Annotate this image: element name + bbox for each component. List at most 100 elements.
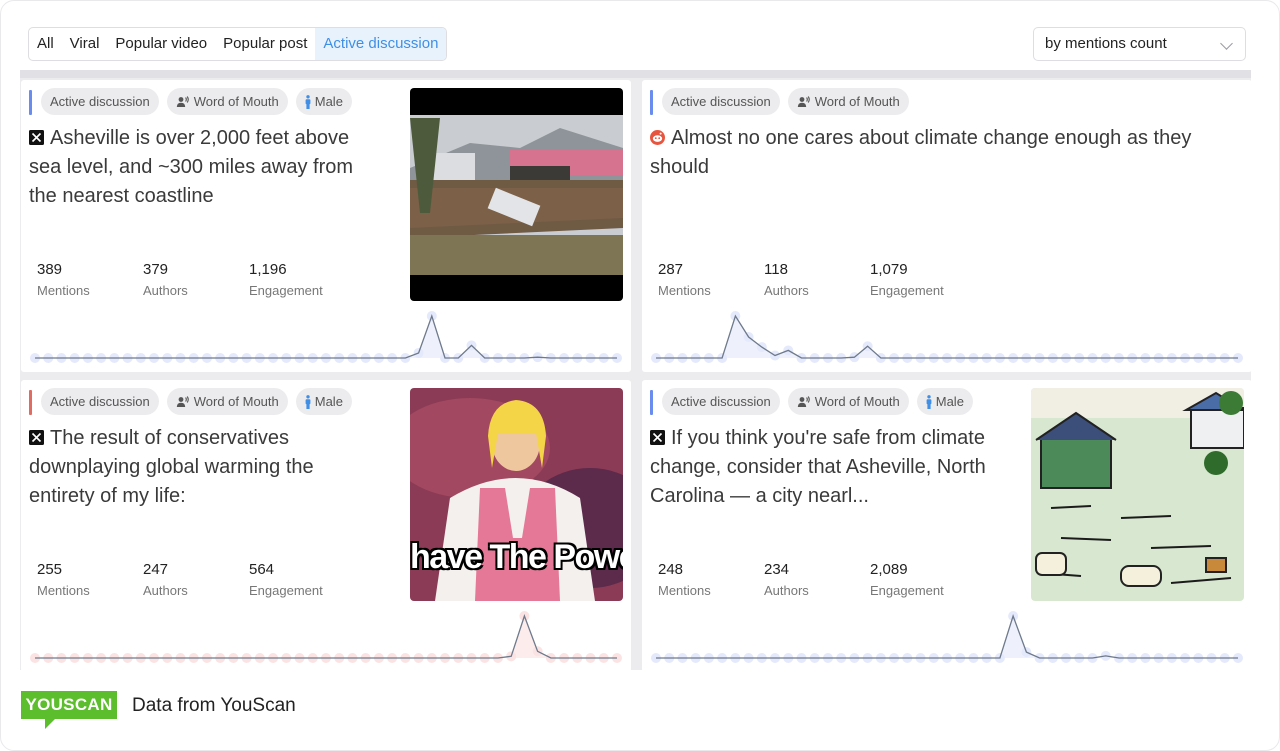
stats-row: 255 Mentions 247 Authors 564 Engagement <box>37 560 355 601</box>
engagement-stat: 1,079 Engagement <box>870 260 976 301</box>
mentions-sparkline <box>651 611 1243 663</box>
sort-dropdown[interactable]: by mentions count <box>1033 27 1246 61</box>
gender-chip-label: Male <box>935 394 964 409</box>
youscan-logo: YOUSCAN <box>21 691 117 729</box>
chevron-down-icon <box>1220 37 1233 50</box>
cards-grid: Active discussion Word of Mouth Male Ash… <box>20 70 1252 672</box>
type-chip: Word of Mouth <box>166 88 288 115</box>
accent-bar <box>650 390 653 415</box>
filter-tabs: All Viral Popular video Popular post Act… <box>28 27 448 61</box>
post-thumbnail[interactable] <box>1031 388 1244 601</box>
engagement-value: 2,089 <box>870 561 908 578</box>
post-title[interactable]: Almost no one cares about climate change… <box>650 124 1230 182</box>
post-title-text: The result of conservatives downplaying … <box>29 427 314 507</box>
mentions-sparkline <box>651 311 1243 363</box>
authors-value: 118 <box>764 261 788 278</box>
category-chip: Active discussion <box>41 88 159 115</box>
authors-label: Authors <box>764 283 809 298</box>
accent-bar <box>29 390 32 415</box>
stats-row: 287 Mentions 118 Authors 1,079 Engagement <box>658 260 976 301</box>
post-title[interactable]: Asheville is over 2,000 feet above sea l… <box>29 124 379 211</box>
male-icon <box>926 394 932 409</box>
mentions-value: 389 <box>37 261 63 278</box>
post-thumbnail[interactable]: have The Power <box>410 388 623 601</box>
tab-popular-video[interactable]: Popular video <box>107 28 215 60</box>
type-chip-label: Word of Mouth <box>193 94 279 109</box>
reddit-logo-icon <box>650 125 665 145</box>
gender-chip: Male <box>916 388 973 415</box>
tag-chips: Active discussion Word of Mouth Male <box>41 388 352 415</box>
engagement-stat: 2,089 Engagement <box>870 560 976 601</box>
sort-selected-value: by mentions count <box>1045 35 1167 52</box>
mentions-label: Mentions <box>658 283 711 298</box>
gender-chip-label: Male <box>314 394 343 409</box>
word-of-mouth-icon <box>797 395 810 407</box>
sparkline-line <box>656 613 1238 659</box>
category-chip: Active discussion <box>662 388 780 415</box>
authors-stat: 247 Authors <box>143 560 249 601</box>
post-thumbnail[interactable] <box>410 88 623 301</box>
x-logo-icon <box>650 425 665 445</box>
discussion-card[interactable]: Active discussion Word of Mouth Male If … <box>642 380 1252 672</box>
sparkline-area <box>35 316 617 358</box>
stats-row: 248 Mentions 234 Authors 2,089 Engagement <box>658 560 976 601</box>
type-chip-label: Word of Mouth <box>814 394 900 409</box>
authors-stat: 118 Authors <box>764 260 870 301</box>
category-chip-label: Active discussion <box>50 94 150 109</box>
category-chip: Active discussion <box>662 88 780 115</box>
post-title[interactable]: If you think you're safe from climate ch… <box>650 424 1000 511</box>
mentions-sparkline <box>30 611 622 663</box>
discussion-card[interactable]: Active discussion Word of Mouth Almost n… <box>642 80 1252 372</box>
sparkline-area <box>35 616 617 658</box>
authors-value: 247 <box>143 561 169 578</box>
tag-chips: Active discussion Word of Mouth <box>662 88 909 115</box>
male-icon <box>305 94 311 109</box>
gender-chip: Male <box>295 388 352 415</box>
word-of-mouth-icon <box>176 395 189 407</box>
mentions-value: 248 <box>658 561 684 578</box>
accent-bar <box>29 90 32 115</box>
engagement-label: Engagement <box>249 583 323 598</box>
mentions-label: Mentions <box>37 583 90 598</box>
tab-popular-post[interactable]: Popular post <box>215 28 315 60</box>
discussion-card[interactable]: Active discussion Word of Mouth Male The… <box>21 380 631 672</box>
gender-chip-label: Male <box>314 94 343 109</box>
authors-stat: 234 Authors <box>764 560 870 601</box>
category-chip: Active discussion <box>41 388 159 415</box>
category-chip-label: Active discussion <box>671 94 771 109</box>
tab-all[interactable]: All <box>29 28 62 60</box>
mentions-stat: 255 Mentions <box>37 560 143 601</box>
post-title-text: Asheville is over 2,000 feet above sea l… <box>29 127 354 207</box>
type-chip: Word of Mouth <box>166 388 288 415</box>
post-title[interactable]: The result of conservatives downplaying … <box>29 424 379 511</box>
word-of-mouth-icon <box>797 95 810 107</box>
post-title-text: Almost no one cares about climate change… <box>650 127 1192 178</box>
filter-toolbar: All Viral Popular video Popular post Act… <box>20 20 1251 70</box>
authors-value: 379 <box>143 261 169 278</box>
tag-chips: Active discussion Word of Mouth Male <box>41 88 352 115</box>
tab-active-discussion[interactable]: Active discussion <box>315 28 447 60</box>
authors-value: 234 <box>764 561 790 578</box>
flood-photo-image <box>410 88 623 301</box>
mentions-stat: 287 Mentions <box>658 260 764 301</box>
tag-chips: Active discussion Word of Mouth Male <box>662 388 973 415</box>
x-logo-icon <box>29 425 44 445</box>
accent-bar <box>650 90 653 115</box>
mentions-value: 287 <box>658 261 684 278</box>
x-logo-icon <box>29 125 44 145</box>
trends-panel: All Viral Popular video Popular post Act… <box>20 20 1252 672</box>
word-of-mouth-icon <box>176 95 189 107</box>
engagement-value: 1,079 <box>870 261 908 278</box>
engagement-label: Engagement <box>249 283 323 298</box>
meme-caption: have The Power <box>410 538 623 576</box>
tab-viral[interactable]: Viral <box>62 28 108 60</box>
category-chip-label: Active discussion <box>671 394 771 409</box>
mentions-sparkline <box>30 311 622 363</box>
male-icon <box>305 394 311 409</box>
mentions-stat: 248 Mentions <box>658 560 764 601</box>
post-title-text: If you think you're safe from climate ch… <box>650 427 986 507</box>
discussion-card[interactable]: Active discussion Word of Mouth Male Ash… <box>21 80 631 372</box>
sparkline-line <box>35 313 617 359</box>
engagement-label: Engagement <box>870 583 944 598</box>
mentions-value: 255 <box>37 561 63 578</box>
